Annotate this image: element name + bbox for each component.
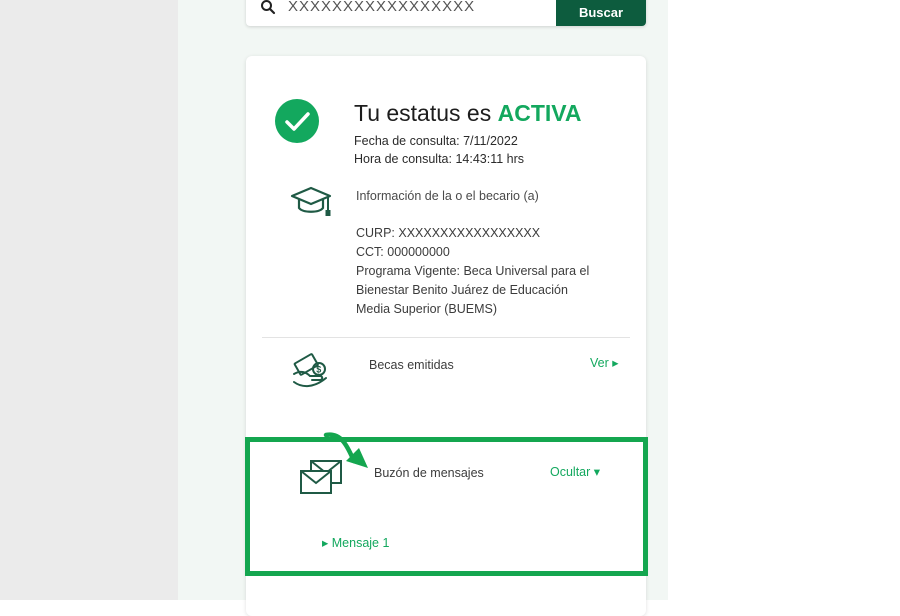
highlight-annotation-box xyxy=(245,437,648,576)
annotation-arrow-icon xyxy=(323,432,368,468)
search-bar: Buscar xyxy=(246,0,646,26)
search-icon xyxy=(261,0,276,15)
curp-value: CURP: XXXXXXXXXXXXXXXXX xyxy=(356,226,541,240)
search-input[interactable] xyxy=(286,0,550,18)
section-divider xyxy=(262,337,630,338)
cct-value: CCT: 000000000 xyxy=(356,245,450,259)
programa-line-1: Programa Vigente: Beca Universal para el xyxy=(356,264,590,278)
programa-line-3: Media Superior (BUEMS) xyxy=(356,302,498,316)
svg-text:$: $ xyxy=(316,365,321,375)
left-gutter xyxy=(0,0,178,600)
becario-info-heading: Información de la o el becario (a) xyxy=(356,189,539,203)
money-hand-icon: $ xyxy=(293,353,327,388)
programa-line-2: Bienestar Benito Juárez de Educación xyxy=(356,283,568,297)
consulta-date: Fecha de consulta: 7/11/2022 xyxy=(354,134,518,148)
graduation-cap-icon xyxy=(290,186,332,216)
becas-emitidas-label: Becas emitidas xyxy=(369,358,454,372)
check-circle-icon xyxy=(275,99,319,143)
status-value: ACTIVA xyxy=(497,100,582,126)
consulta-time: Hora de consulta: 14:43:11 hrs xyxy=(354,152,525,166)
ver-becas-link[interactable]: Ver ▸ xyxy=(590,355,619,370)
status-prefix: Tu estatus es xyxy=(354,100,498,126)
status-title: Tu estatus es ACTIVA xyxy=(354,100,582,127)
search-button[interactable]: Buscar xyxy=(556,0,646,26)
